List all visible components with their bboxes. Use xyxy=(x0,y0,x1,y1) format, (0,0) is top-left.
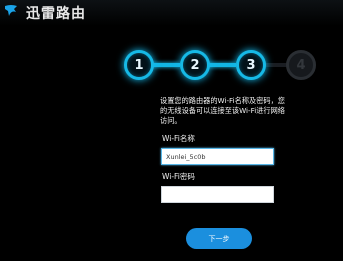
step-1: 1 xyxy=(124,50,154,80)
wifi-password-label: Wi-Fi密码 xyxy=(162,172,195,181)
step-4: 4 xyxy=(286,50,316,80)
next-button[interactable]: 下一步 xyxy=(186,228,252,249)
wifi-name-input[interactable] xyxy=(161,148,274,165)
step-2: 2 xyxy=(180,50,210,80)
wifi-password-input[interactable] xyxy=(161,186,274,203)
setup-description: 设置您的路由器的Wi-Fi名称及密码，您的无线设备可以连接至该Wi-Fi进行网络… xyxy=(160,96,285,125)
thunder-bird-logo-icon xyxy=(5,5,17,16)
header-bar: 迅雷路由 xyxy=(0,0,343,26)
step-3: 3 xyxy=(236,50,266,80)
step-label: 1 xyxy=(134,57,144,73)
progress-steps: 1 2 3 4 xyxy=(120,50,316,80)
app-title: 迅雷路由 xyxy=(26,6,86,22)
step-label: 2 xyxy=(190,57,200,73)
step-label: 3 xyxy=(246,57,256,73)
wifi-name-label: Wi-Fi名称 xyxy=(162,134,195,143)
step-label: 4 xyxy=(296,57,306,73)
